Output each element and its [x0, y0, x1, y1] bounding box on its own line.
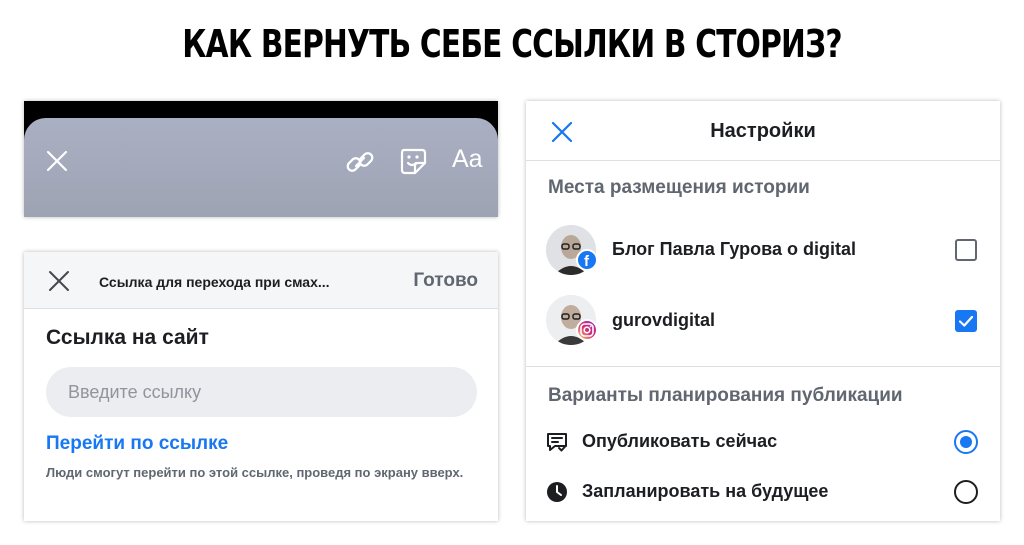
link-dialog: Ссылка для перехода при смах... Готово С…	[24, 252, 498, 521]
facebook-icon: f	[576, 249, 598, 271]
headline: КАК ВЕРНУТЬ СЕБЕ ССЫЛКИ В СТОРИЗ?	[182, 22, 842, 66]
account-checkbox-facebook[interactable]	[955, 239, 977, 261]
account-checkbox-instagram[interactable]	[955, 310, 977, 332]
close-icon[interactable]	[44, 148, 70, 174]
account-name-facebook: Блог Павла Гурова о digital	[612, 239, 856, 259]
story-toolbar-sheet: Aa	[24, 118, 498, 217]
publish-now-radio[interactable]	[954, 430, 978, 454]
link-hint: Люди смогут перейти по этой ссылке, пров…	[46, 465, 464, 480]
settings-panel: Настройки Места размещения истории f Бло…	[526, 101, 1000, 521]
sticker-icon[interactable]	[398, 146, 428, 176]
svg-text:f: f	[584, 253, 590, 269]
option-schedule-label: Запланировать на будущее	[582, 481, 829, 501]
link-dialog-title: Ссылка для перехода при смах...	[99, 274, 330, 290]
done-button[interactable]: Готово	[413, 270, 478, 292]
link-input[interactable]	[46, 367, 477, 417]
clock-icon	[547, 482, 567, 502]
link-dialog-header: Ссылка для перехода при смах... Готово	[24, 252, 498, 309]
text-tool-button[interactable]: Aa	[452, 145, 483, 174]
account-name-instagram: gurovdigital	[612, 310, 715, 330]
close-icon[interactable]	[48, 270, 70, 292]
settings-title: Настройки	[710, 120, 816, 142]
option-publish-now-label: Опубликовать сейчас	[582, 431, 778, 451]
link-icon[interactable]	[344, 146, 376, 178]
close-icon[interactable]	[550, 120, 574, 144]
checkmark-icon	[958, 315, 974, 327]
link-field-label: Ссылка на сайт	[46, 326, 209, 349]
story-editor-toolbar: Aa	[24, 101, 498, 217]
settings-header: Настройки	[526, 101, 1000, 161]
schedule-radio[interactable]	[954, 480, 978, 504]
instagram-icon	[576, 319, 598, 341]
preview-link[interactable]: Перейти по ссылке	[46, 433, 228, 455]
schedule-heading: Варианты планирования публикации	[548, 385, 903, 406]
divider	[526, 366, 1000, 367]
publish-now-icon	[547, 433, 567, 452]
placement-heading: Места размещения истории	[548, 177, 810, 198]
